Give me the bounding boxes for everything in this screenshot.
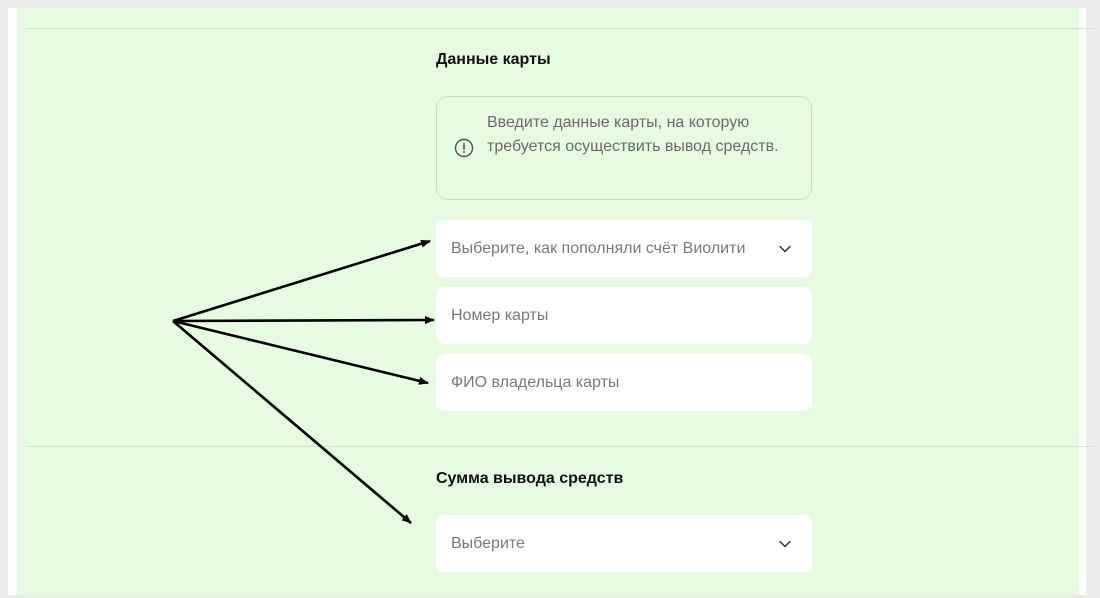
- topup-method-select[interactable]: Выберите, как пополняли счёт Виолити: [436, 220, 812, 277]
- card-holder-input[interactable]: ФИО владельца карты: [436, 354, 812, 411]
- section-divider: [26, 446, 1095, 447]
- amount-select[interactable]: Выберите: [436, 515, 812, 572]
- card-number-input[interactable]: Номер карты: [436, 287, 812, 344]
- chevron-down-icon: [779, 245, 791, 253]
- chevron-down-icon: [779, 540, 791, 548]
- card-section-title: Данные карты: [436, 51, 551, 68]
- amount-section-title: Сумма вывода средств: [436, 470, 624, 487]
- amount-select-placeholder: Выберите: [451, 535, 525, 552]
- card-number-placeholder: Номер карты: [451, 307, 549, 324]
- info-circle-icon: [454, 138, 474, 158]
- notice-text: Введите данные карты, на которую требует…: [487, 114, 779, 155]
- info-notice: Введите данные карты, на которую требует…: [436, 96, 812, 200]
- section-divider: [26, 28, 1095, 29]
- topup-method-placeholder: Выберите, как пополняли счёт Виолити: [451, 240, 746, 257]
- card-holder-placeholder: ФИО владельца карты: [451, 374, 620, 391]
